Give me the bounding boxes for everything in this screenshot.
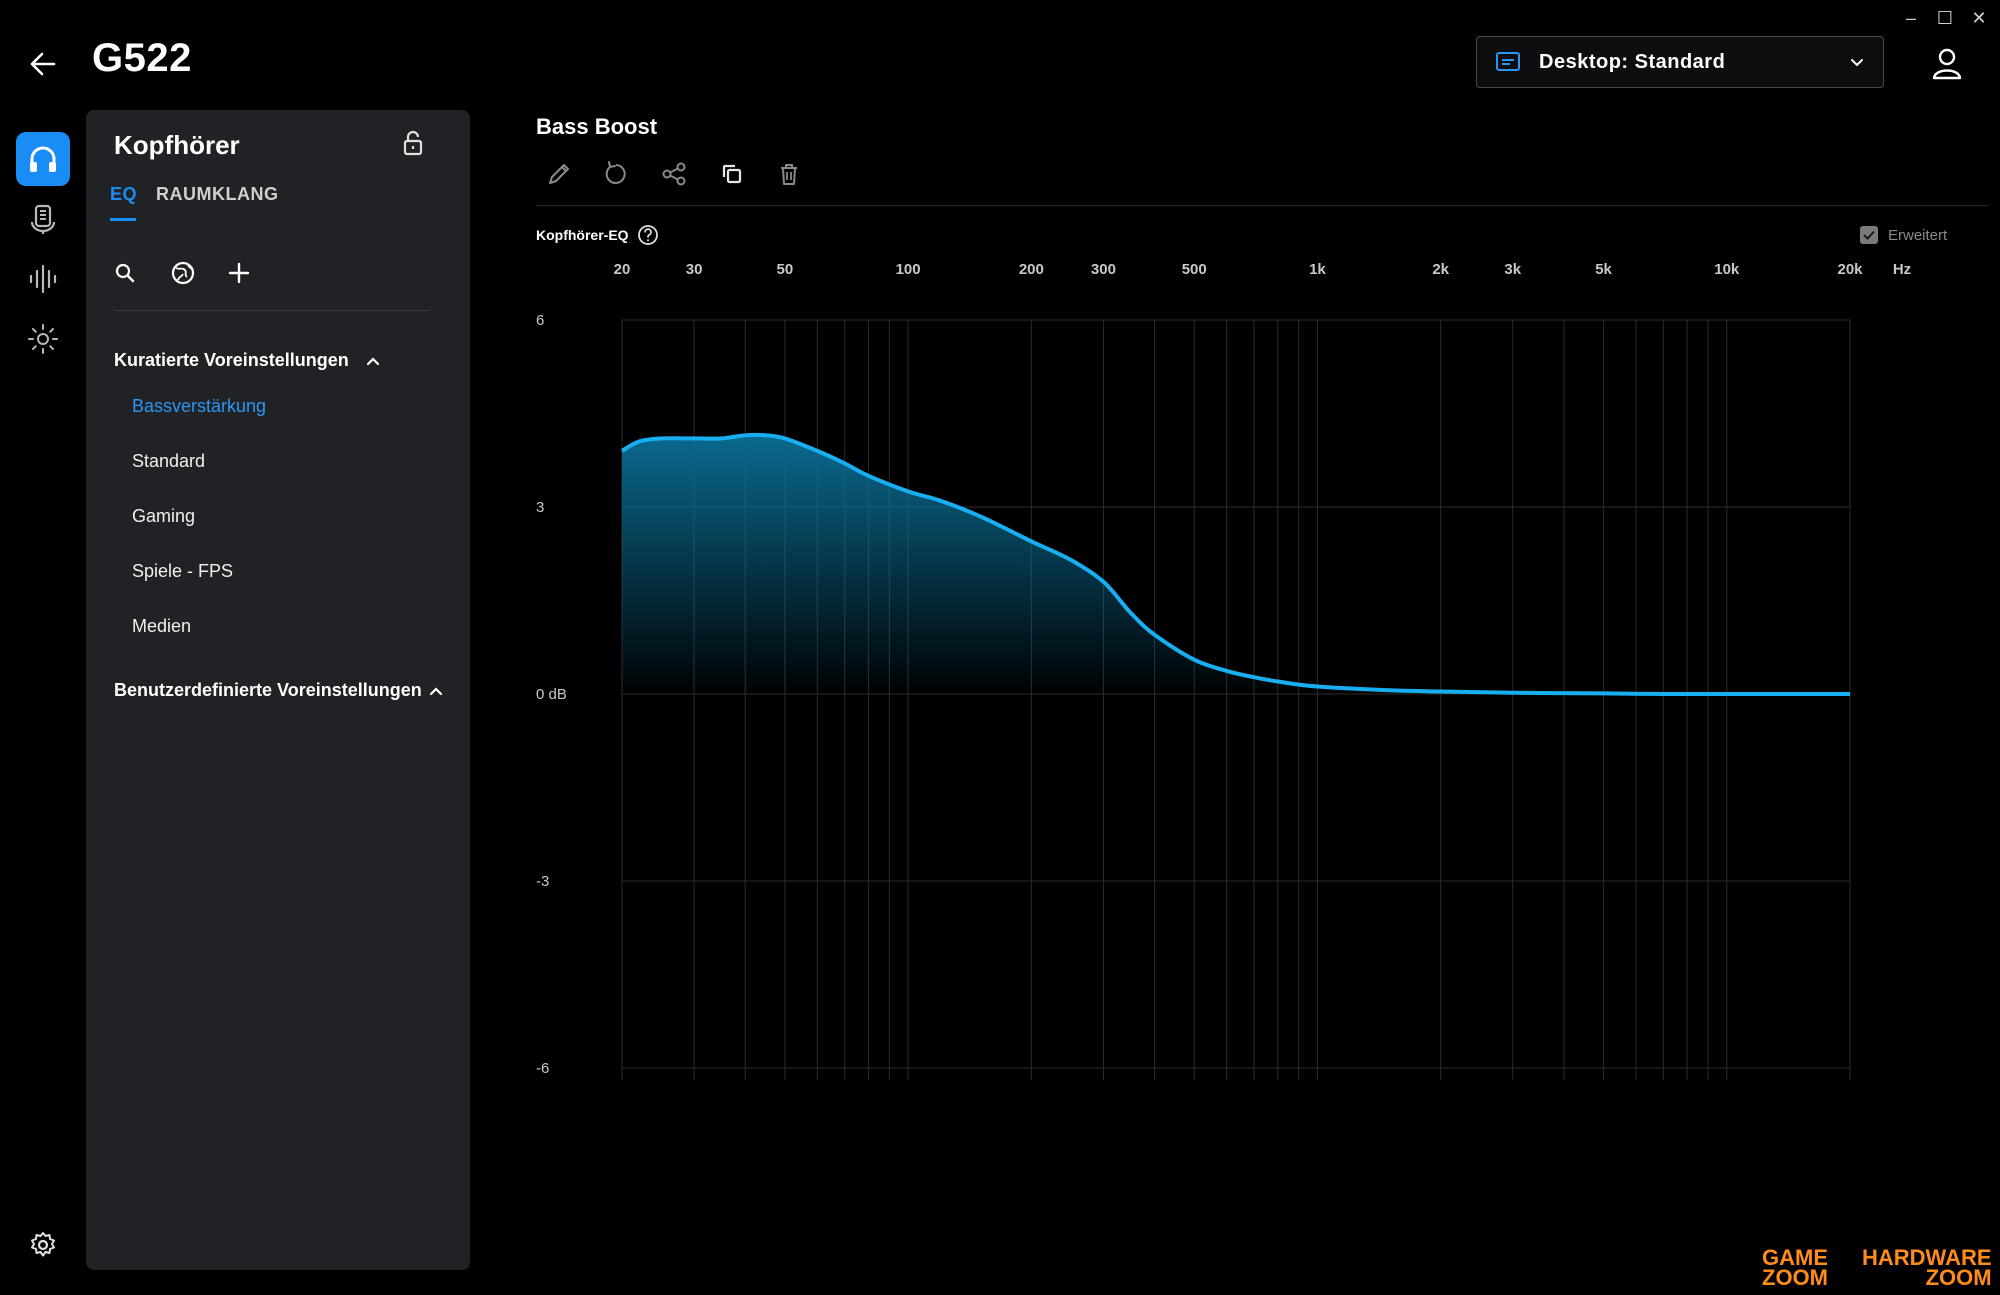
y-tick-label: 6: [536, 312, 544, 329]
x-tick-label: 1k: [1309, 261, 1326, 278]
x-tick-label: 200: [1019, 261, 1044, 278]
x-unit-label: Hz: [1893, 261, 1911, 278]
x-tick-label: 50: [777, 261, 794, 278]
y-tick-label: -6: [536, 1060, 549, 1077]
x-tick-label: 20k: [1837, 261, 1863, 278]
y-tick-label: 0 dB: [536, 686, 567, 703]
x-tick-label: 3k: [1504, 261, 1521, 278]
x-tick-label: 5k: [1595, 261, 1612, 278]
x-tick-label: 100: [896, 261, 921, 278]
x-tick-label: 30: [686, 261, 703, 278]
eq-curve-area: [622, 434, 1850, 695]
y-tick-label: 3: [536, 499, 544, 516]
x-tick-label: 300: [1091, 261, 1116, 278]
y-tick-label: -3: [536, 873, 549, 890]
gamezoom-logo: GAME ZOOM: [1762, 1245, 1828, 1290]
x-tick-label: 20: [614, 261, 631, 278]
eq-chart[interactable]: 20 30 50 100 200 300 500 1k 2k 3k 5k 10k 20k Hz 6 3 0 dB…: [0, 0, 2000, 1295]
x-tick-label: 500: [1182, 261, 1207, 278]
hardwarezoom-logo: HARDWARE ZOOM: [1862, 1245, 1992, 1290]
x-tick-label: 2k: [1432, 261, 1449, 278]
x-tick-label: 10k: [1714, 261, 1740, 278]
